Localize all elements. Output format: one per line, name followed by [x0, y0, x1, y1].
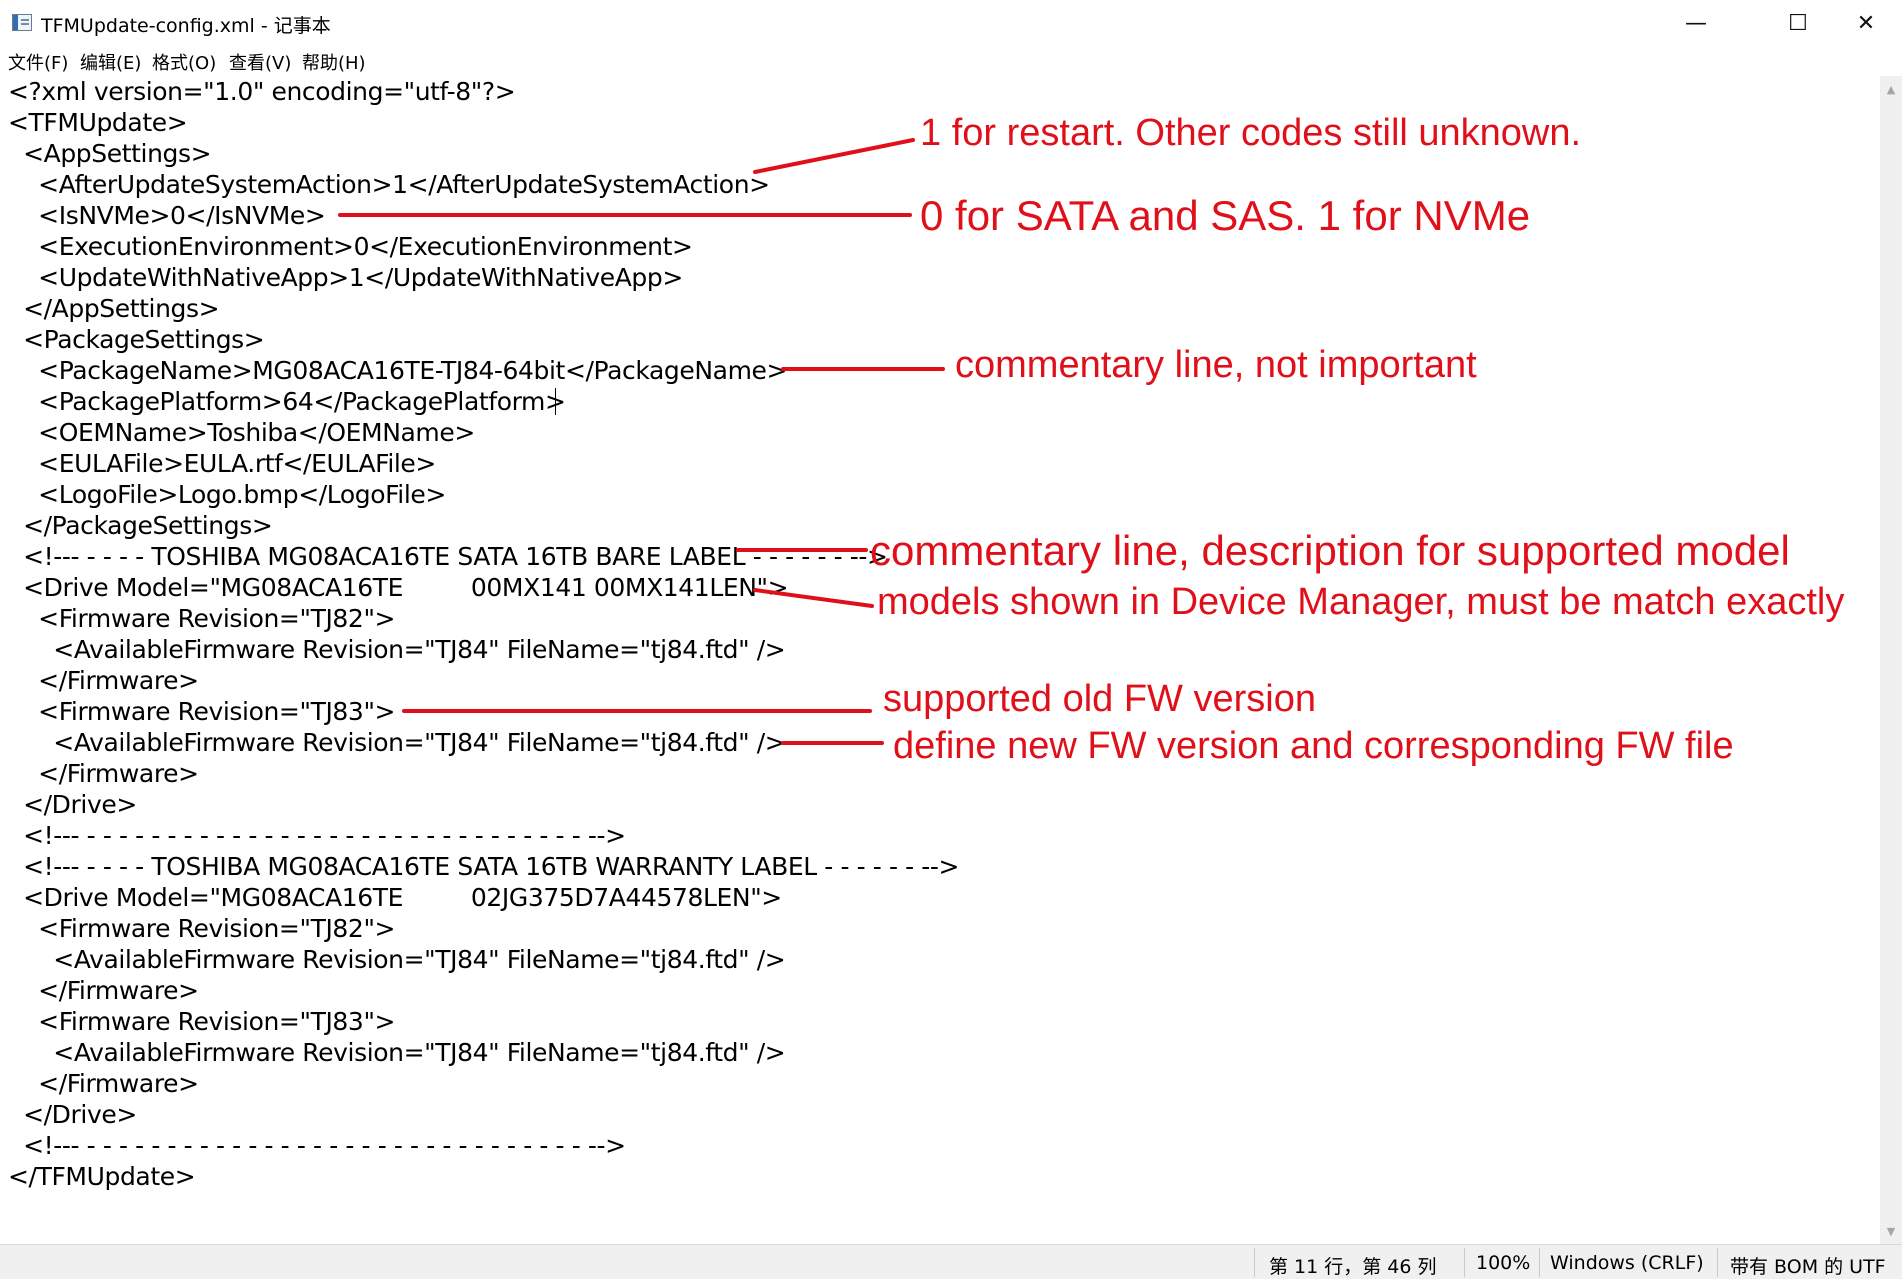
annotation-old-fw: supported old FW version [883, 678, 1316, 720]
line-ending: Windows (CRLF) [1550, 1252, 1704, 1274]
annotation-new-fw: define new FW version and corresponding … [893, 725, 1734, 767]
annotation-device-model: models shown in Device Manager, must be … [877, 581, 1845, 623]
cursor-position: 第 11 行，第 46 列 [1269, 1256, 1437, 1278]
file-encoding: 带有 BOM 的 UTF [1730, 1256, 1886, 1278]
annotation-arrow [753, 138, 915, 174]
zoom-level: 100% [1476, 1252, 1531, 1274]
annotation-model-comment: commentary line, description for support… [870, 527, 1790, 574]
status-separator [1539, 1248, 1540, 1277]
status-separator [1717, 1248, 1718, 1277]
annotation-restart-code: 1 for restart. Other codes still unknown… [920, 112, 1582, 154]
status-separator [1254, 1248, 1255, 1277]
annotation-nvme-flag: 0 for SATA and SAS. 1 for NVMe [920, 192, 1531, 239]
status-separator [1464, 1248, 1465, 1277]
status-bar: 第 11 行，第 46 列 100% Windows (CRLF) 带有 BOM… [0, 1244, 1902, 1279]
annotation-package-name: commentary line, not important [955, 344, 1477, 386]
annotation-arrow [753, 588, 874, 608]
